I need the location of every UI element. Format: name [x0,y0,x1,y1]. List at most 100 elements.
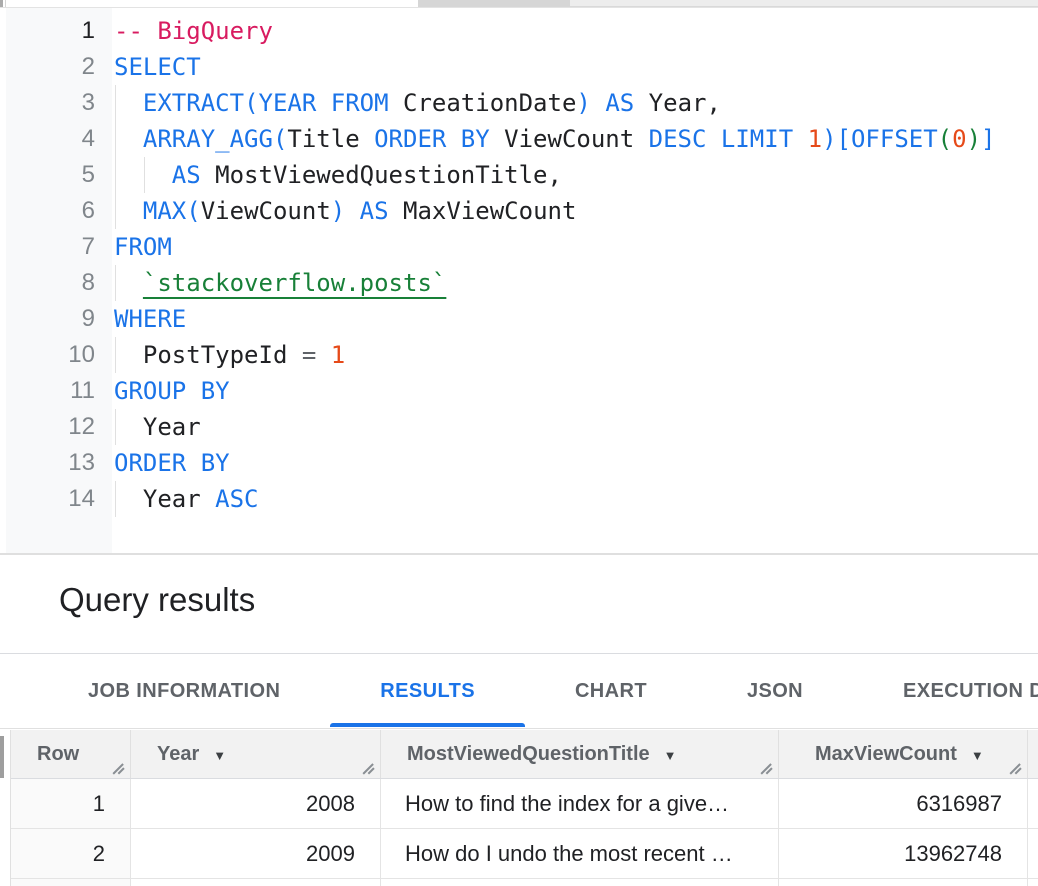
code-text: -- BigQuery [112,13,1038,49]
code-line: 10 PostTypeId = 1 [6,337,1038,373]
line-number: 6 [6,193,112,229]
column-header-maxviewcount[interactable]: MaxViewCount ▼ [779,730,1028,778]
section-divider [0,653,1038,654]
cell: 2 [11,829,131,878]
code-text: WHERE [112,301,1038,337]
indent-guide [115,121,116,157]
top-strip [570,0,1038,7]
column-header-mostviewedquestiontitle[interactable]: MostViewedQuestionTitle ▼ [381,730,779,778]
line-number: 13 [6,445,112,481]
tab-execution-details[interactable]: EXECUTION DETAILS [853,655,1038,728]
indent-guide [115,85,116,121]
page-title: Query results [0,555,1038,619]
code-line: 7FROM [6,229,1038,265]
column-header-year[interactable]: Year ▼ [131,730,381,778]
code-text: Year [112,409,1038,445]
code-line: 6 MAX(ViewCount) AS MaxViewCount [6,193,1038,229]
line-number: 12 [6,409,112,445]
cell: 2009 [131,829,381,878]
line-number: 10 [6,337,112,373]
table-row: 12008How to find the index for a give…63… [11,779,1038,829]
code-line: 11GROUP BY [6,373,1038,409]
line-number: 11 [6,373,112,409]
table-row [11,879,1038,886]
column-label: MaxViewCount [815,743,957,766]
query-results-header: Query results [0,555,1038,653]
code-line: 14 Year ASC [6,481,1038,517]
column-resize-handle[interactable] [361,760,376,775]
code-text: Year ASC [112,481,1038,517]
line-number: 4 [6,121,112,157]
code-text: `stackoverflow.posts` [112,265,1038,301]
code-text: ORDER BY [112,445,1038,481]
indent-guide [144,157,145,193]
cell [779,879,1028,886]
line-number: 3 [6,85,112,121]
indent-guide [115,265,116,301]
column-resize-handle[interactable] [111,760,126,775]
results-tab-bar: JOB INFORMATIONRESULTSCHARTJSONEXECUTION… [0,655,1038,729]
bigquery-screen: 1-- BigQuery2SELECT3 EXTRACT(YEAR FROM C… [0,0,1038,886]
code-line: 13ORDER BY [6,445,1038,481]
cell: How to find the index for a give… [381,779,779,828]
code-text: MAX(ViewCount) AS MaxViewCount [112,193,1038,229]
code-text: FROM [112,229,1038,265]
cell [11,879,131,886]
code-text: PostTypeId = 1 [112,337,1038,373]
results-table: RowYear▼MostViewedQuestionTitle▼MaxViewC… [10,730,1038,886]
tab-results[interactable]: RESULTS [330,655,525,728]
column-resize-handle[interactable] [1008,760,1023,775]
cell: 13962748 [779,829,1028,878]
code-line: 12 Year [6,409,1038,445]
sql-editor[interactable]: 1-- BigQuery2SELECT3 EXTRACT(YEAR FROM C… [0,7,1038,553]
cell [1028,779,1038,828]
tab-json[interactable]: JSON [697,655,853,728]
column-header-stub [1028,730,1038,778]
indent-guide [115,157,116,193]
sort-arrow-icon[interactable]: ▼ [664,748,677,763]
code-line: 8 `stackoverflow.posts` [6,265,1038,301]
line-number: 7 [6,229,112,265]
column-header-row[interactable]: Row [11,730,131,778]
sort-arrow-icon[interactable]: ▼ [213,748,226,763]
indent-guide [115,193,116,229]
indent-guide [115,481,116,517]
code-line: 9WHERE [6,301,1038,337]
code-line: 5 AS MostViewedQuestionTitle, [6,157,1038,193]
column-label: Row [37,743,79,766]
cell [381,879,779,886]
line-number: 2 [6,49,112,85]
table-scrollbar-fragment[interactable] [0,736,4,778]
code-text: EXTRACT(YEAR FROM CreationDate) AS Year, [112,85,1038,121]
code-line: 2SELECT [6,49,1038,85]
line-number: 8 [6,265,112,301]
line-number: 14 [6,481,112,517]
cell: 6316987 [779,779,1028,828]
cell [1028,879,1038,886]
table-header-row: RowYear▼MostViewedQuestionTitle▼MaxViewC… [11,730,1038,779]
cell [1028,829,1038,878]
cell: 1 [11,779,131,828]
sort-arrow-icon[interactable]: ▼ [971,748,984,763]
cell: 2008 [131,779,381,828]
tab-chart[interactable]: CHART [525,655,697,728]
code-text: GROUP BY [112,373,1038,409]
column-label: Year [157,743,199,766]
code-text: AS MostViewedQuestionTitle, [112,157,1038,193]
indent-guide [115,337,116,373]
column-label: MostViewedQuestionTitle [407,743,650,766]
column-resize-handle[interactable] [759,760,774,775]
top-scrollbar-fragment[interactable] [418,0,570,7]
code-text: ARRAY_AGG(Title ORDER BY ViewCount DESC … [112,121,1038,157]
indent-guide [115,409,116,445]
line-number: 9 [6,301,112,337]
code-line: 4 ARRAY_AGG(Title ORDER BY ViewCount DES… [6,121,1038,157]
table-row: 22009How do I undo the most recent …1396… [11,829,1038,879]
line-number: 1 [6,13,112,49]
code-text: SELECT [112,49,1038,85]
line-number: 5 [6,157,112,193]
code-line: 1-- BigQuery [6,13,1038,49]
tab-job-information[interactable]: JOB INFORMATION [38,655,330,728]
cell [131,879,381,886]
code-line: 3 EXTRACT(YEAR FROM CreationDate) AS Yea… [6,85,1038,121]
